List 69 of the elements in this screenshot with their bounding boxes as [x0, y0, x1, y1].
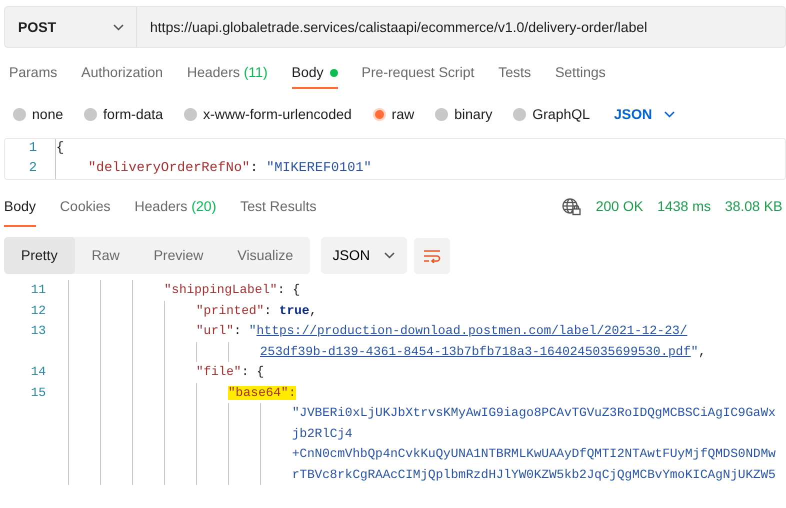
code-token: "shippingLabel"	[164, 283, 278, 297]
code-token: :	[264, 304, 273, 318]
radio-option[interactable]: form-data	[84, 104, 164, 125]
radio-option[interactable]: GraphQL	[513, 104, 590, 125]
code-line: "deliveryOrderRefNo": "MIKEREF0101"	[55, 158, 372, 180]
code-token: :	[234, 324, 242, 338]
code-token: "url"	[196, 324, 234, 338]
code-line: {	[55, 138, 64, 160]
wrap-lines-button[interactable]	[414, 238, 450, 274]
response-tab[interactable]: Cookies	[60, 196, 111, 227]
code-token: "printed"	[196, 304, 264, 318]
chevron-down-icon	[384, 252, 396, 259]
radio-button[interactable]	[84, 108, 98, 121]
line-number: 2	[28, 160, 38, 178]
request-tab[interactable]: Settings	[555, 62, 606, 89]
request-tab[interactable]: Body	[292, 62, 338, 89]
code-token: rTBVc8rkCgRAAcCIMjQplbmRzdHJlYW0KZW5kb2JqCjQgMCBvYmoKICAgNjUKZW5	[292, 468, 776, 482]
code-token: "file"	[196, 365, 242, 379]
wrap-lines-icon	[423, 248, 442, 262]
line-number: 15	[30, 384, 46, 402]
code-token: "	[248, 324, 256, 338]
response-time: 1438 ms	[657, 197, 711, 216]
url-link[interactable]: https://production-download.postmen.com/label/2021-12-23/	[256, 324, 688, 338]
chevron-down-icon	[113, 24, 124, 30]
code-token: +CnN0cmVhbQp4nCvkKuQyUNA1NTBRMLKwUAAyDfQMTI2NTAwtFUyMjfQMDS0NDMw	[292, 447, 776, 461]
method-dropdown[interactable]: POST	[5, 7, 137, 47]
request-tab[interactable]: Authorization	[81, 62, 163, 89]
line-number: 13	[30, 323, 46, 340]
request-tab[interactable]: Pre-request Script	[362, 62, 474, 89]
code-token: ,	[698, 344, 706, 358]
format-dropdown[interactable]: JSON	[320, 237, 408, 274]
code-token: : {	[277, 283, 300, 297]
url-field[interactable]: https://uapi.globaletrade.services/calistaapi/ecommerce/v1.0/delivery-order/label	[137, 16, 648, 38]
code-token: "	[690, 344, 698, 358]
response-tab[interactable]: Test Results	[240, 196, 316, 227]
radio-option[interactable]: raw	[372, 104, 414, 125]
line-number: 12	[30, 302, 46, 320]
line-number: 11	[30, 282, 46, 299]
format-dropdown[interactable]: JSON	[608, 103, 682, 126]
chevron-down-icon	[664, 111, 676, 118]
view-mode-tab[interactable]: Visualize	[220, 237, 310, 274]
radio-option[interactable]: binary	[435, 104, 492, 125]
view-mode-tab[interactable]: Pretty	[4, 237, 75, 274]
radio-button[interactable]	[372, 108, 386, 121]
code-token: ,	[309, 304, 317, 318]
code-token: jb2RlCj4	[292, 426, 352, 440]
response-tab[interactable]: Body	[4, 196, 36, 227]
code-token: "base64":	[228, 386, 296, 400]
view-mode-tab[interactable]: Raw	[74, 237, 137, 274]
radio-button[interactable]	[184, 108, 198, 121]
code-token: : {	[241, 365, 264, 379]
line-number: 1	[28, 140, 38, 158]
response-size: 38.08 KB	[724, 197, 782, 216]
radio-button[interactable]	[513, 108, 526, 121]
radio-option[interactable]: none	[13, 104, 64, 125]
radio-button[interactable]	[435, 108, 448, 121]
request-tab[interactable]: Headers (11)	[186, 62, 268, 89]
request-tab[interactable]: Tests	[498, 62, 532, 89]
line-number: 14	[30, 364, 46, 381]
radio-button[interactable]	[13, 108, 26, 121]
globe-lock-icon[interactable]	[562, 198, 582, 216]
response-tab[interactable]: Headers (20)	[134, 196, 216, 227]
request-tab[interactable]: Params	[9, 62, 58, 89]
code-token: true	[279, 304, 310, 318]
code-token: "JVBERi0xLjUKJbXtrvsKMyAwIG9iago8PCAvTGVuZ3RoIDQgMCBSCiAgIC9GaWx	[292, 406, 776, 420]
url-link[interactable]: 253df39b-d139-4361-8454-13b7bfb718a3-1640245035699530.pdf	[260, 344, 691, 358]
view-mode-tab[interactable]: Preview	[136, 237, 220, 274]
radio-option[interactable]: x-www-form-urlencoded	[184, 104, 352, 125]
response-status: 200 OK	[596, 197, 644, 216]
